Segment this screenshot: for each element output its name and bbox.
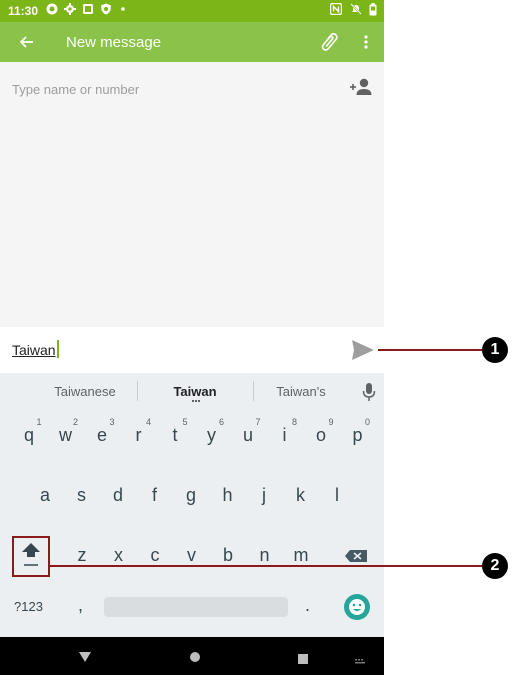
back-arrow-icon: [19, 36, 33, 48]
shield-icon: [100, 3, 112, 19]
key-l[interactable]: l: [320, 475, 354, 515]
soft-keyboard: Taiwanese Taiwan Taiwan's q1w2e3r4t5y6u7…: [0, 373, 384, 637]
nav-recents-icon[interactable]: [298, 651, 308, 669]
key-g[interactable]: g: [174, 475, 208, 515]
suggestion-divider: [137, 381, 138, 401]
mute-icon: [350, 3, 362, 19]
send-button[interactable]: [350, 338, 376, 362]
notification-icon: [46, 3, 58, 19]
compose-row: Taiwan: [0, 327, 384, 373]
attach-button[interactable]: [318, 30, 342, 54]
key-v[interactable]: v: [175, 535, 209, 575]
key-x[interactable]: x: [102, 535, 136, 575]
add-contact-button[interactable]: [348, 76, 374, 98]
callout-badge-2: 2: [482, 553, 508, 579]
send-icon: [352, 340, 374, 360]
key-m[interactable]: m: [284, 535, 318, 575]
text-cursor: [57, 340, 59, 358]
backspace-key[interactable]: [342, 539, 372, 573]
key-f[interactable]: f: [138, 475, 172, 515]
key-k[interactable]: k: [284, 475, 318, 515]
backspace-icon: [345, 550, 367, 562]
key-hint-p: 0: [364, 417, 370, 427]
page-title: New message: [66, 34, 162, 51]
more-options-button[interactable]: [356, 30, 376, 54]
period-key[interactable]: .: [305, 595, 310, 616]
mic-icon[interactable]: [362, 382, 376, 402]
key-hint-w: 2: [72, 417, 78, 427]
app-bar: New message: [0, 22, 384, 62]
recipient-area: [0, 62, 384, 327]
nfc-icon: [329, 2, 343, 19]
key-n[interactable]: n: [248, 535, 282, 575]
key-hint-u: 7: [255, 417, 261, 427]
shift-icon: [22, 543, 40, 566]
suggestion-item[interactable]: Taiwanese: [40, 384, 130, 399]
status-time: 11:30: [8, 4, 39, 18]
message-input[interactable]: Taiwan: [12, 342, 56, 358]
key-z[interactable]: z: [65, 535, 99, 575]
emoji-key[interactable]: [344, 594, 370, 620]
battery-icon: [369, 3, 377, 20]
key-c[interactable]: c: [138, 535, 172, 575]
suggestion-divider: [253, 381, 254, 401]
key-d[interactable]: d: [101, 475, 135, 515]
suggestion-item-selected[interactable]: Taiwan: [150, 384, 240, 399]
more-vert-icon: [364, 35, 368, 49]
comma-key[interactable]: ,: [78, 595, 83, 616]
key-b[interactable]: b: [211, 535, 245, 575]
key-hint-r: 4: [145, 417, 151, 427]
key-a[interactable]: a: [28, 475, 62, 515]
key-h[interactable]: h: [211, 475, 245, 515]
nav-home-icon[interactable]: [189, 650, 201, 668]
recipient-input[interactable]: [12, 79, 332, 99]
key-hint-y: 6: [218, 417, 224, 427]
key-s[interactable]: s: [65, 475, 99, 515]
settings-icon: [64, 3, 76, 19]
paperclip-icon: [321, 32, 338, 51]
key-j[interactable]: j: [247, 475, 281, 515]
space-key[interactable]: [104, 597, 288, 617]
key-hint-e: 3: [109, 417, 115, 427]
back-button[interactable]: [14, 30, 38, 54]
status-bar: 11:30: [0, 0, 384, 22]
phone-screen: 11:30 New message Type name or number Ta…: [0, 0, 384, 675]
callout-badge-1: 1: [482, 337, 508, 363]
suggestion-bar: Taiwanese Taiwan Taiwan's: [0, 373, 384, 411]
dot-icon: [120, 3, 126, 19]
navigation-bar: [0, 637, 384, 675]
suggestion-item[interactable]: Taiwan's: [266, 384, 336, 399]
key-hint-o: 9: [328, 417, 334, 427]
key-hint-i: 8: [291, 417, 297, 427]
nav-back-icon[interactable]: [78, 650, 92, 668]
shift-key[interactable]: [14, 536, 48, 576]
symbols-key[interactable]: ?123: [14, 599, 43, 614]
key-hint-t: 5: [182, 417, 188, 427]
keyboard-switch-icon[interactable]: [354, 653, 366, 671]
key-hint-q: 1: [36, 417, 42, 427]
add-contact-icon: [350, 78, 372, 95]
more-suggestions-icon: [192, 400, 200, 405]
image-icon: [82, 3, 94, 19]
emoji-icon: [349, 599, 365, 615]
